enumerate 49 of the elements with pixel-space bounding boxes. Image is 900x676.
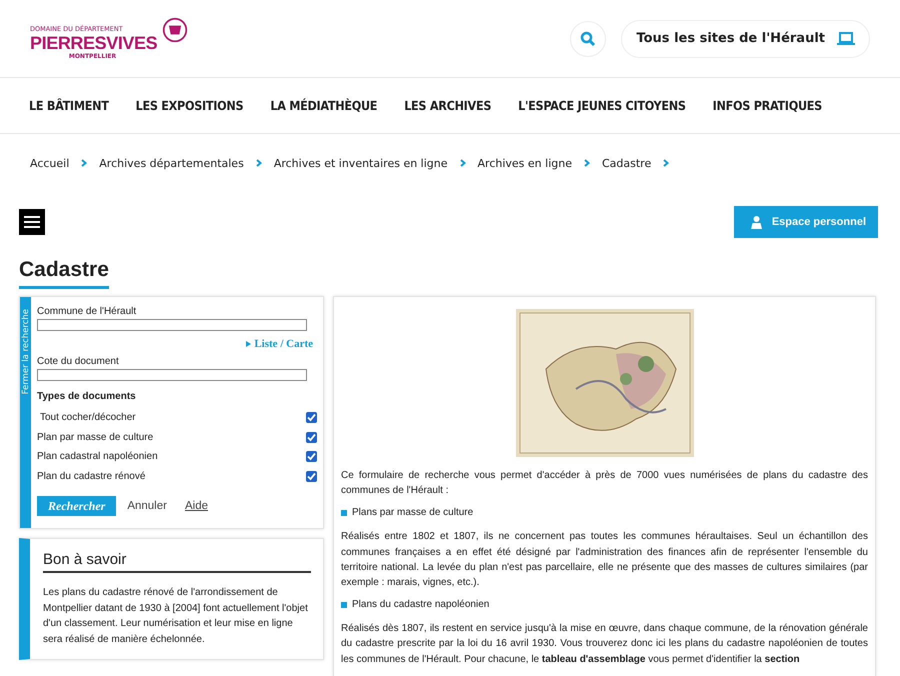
- input-field[interactable]: [37, 369, 307, 381]
- nav-link[interactable]: LES EXPOSITIONS: [136, 98, 244, 113]
- triangle-icon: [246, 341, 252, 347]
- menu-button[interactable]: [19, 209, 45, 235]
- nav-link[interactable]: INFOS PRATIQUES: [712, 98, 822, 113]
- breadcrumb-link[interactable]: Cadastre: [602, 156, 652, 170]
- checkbox[interactable]: [306, 432, 317, 443]
- nav-link[interactable]: LES ARCHIVES: [404, 98, 492, 113]
- checkbox-label: Plan du cadastre rénové: [37, 470, 146, 482]
- checkbox-label: Plan par masse de culture: [37, 432, 154, 443]
- nav-link[interactable]: LA MÉDIATHÈQUE: [270, 98, 378, 113]
- info-title: Bon à savoir: [43, 551, 311, 573]
- menu-icon: [24, 215, 40, 229]
- chevron-icon: [256, 159, 262, 167]
- input-field[interactable]: [37, 319, 307, 331]
- field-label: Cote du document: [37, 356, 120, 367]
- checkbox-label: Tout cocher/décocher: [39, 412, 136, 424]
- chevron-icon: [663, 159, 670, 167]
- checkbox[interactable]: [306, 451, 317, 462]
- search-icon: [580, 30, 596, 46]
- section-heading: Types de documents: [37, 391, 137, 402]
- info-text: Les plans du cadastre rénové de l'arrondissement de Montpellier datant de 1930 à [2004] font actuellement l'objet d'un classement. Leur numérisation et leur mise en ligne sera réalisé de manière échelonnée.: [43, 586, 309, 646]
- breadcrumb-link[interactable]: Accueil: [30, 156, 70, 170]
- cancel-link[interactable]: Annuler: [127, 500, 167, 512]
- paragraph: Réalisés dès 1807, ils restent en service jusqu'à la mise en œuvre, dans chaque commune, de la rénovation générale du cadastre prescrite par la loi du 16 avril 1930. Vous trouverez donc ici les plans du cadastre napoléonien de toutes les communes de l'Hérault. Pour chacune, le tableau d'assemblage vous permet d'identifier la section: [341, 622, 868, 667]
- chevron-icon: [584, 159, 590, 167]
- all-sites-button[interactable]: Tous les sites de l'Hérault: [621, 20, 870, 58]
- list-heading: Plans du cadastre napoléonien: [352, 599, 490, 610]
- paragraph: Réalisés entre 1802 et 1807, ils ne concernent pas toutes les communes héraultaises. Seul un échantillon des communes françaises a en effet été désigné par l'administration des finances afin de représenter l'ensemble du territoire national. La levée du plan n'est pas parcellaire, elle ne présente que des masses de cultures similaires (par exemple : marais, vignes, etc.).: [341, 530, 868, 590]
- checkbox[interactable]: [306, 470, 317, 482]
- field-label: Commune de l'Hérault: [37, 306, 138, 317]
- search-button[interactable]: [570, 20, 606, 56]
- paragraph: Ce formulaire de recherche vous permet d'accéder à près de 7000 vues numérisées de plans du cadastre des communes de l'Hérault :: [341, 469, 868, 498]
- nav-link[interactable]: LE BÂTIMENT: [29, 98, 109, 113]
- laptop-icon: [837, 32, 855, 46]
- list-heading: Plans par masse de culture: [352, 507, 474, 518]
- breadcrumb-link[interactable]: Archives en ligne: [478, 156, 572, 170]
- help-link[interactable]: Aide: [184, 500, 208, 512]
- breadcrumb-link[interactable]: Archives et inventaires en ligne: [274, 156, 448, 170]
- chevron-icon: [460, 159, 466, 167]
- checkbox-label: Plan cadastral napoléonien: [37, 451, 158, 462]
- square-bullet-icon: [341, 510, 347, 516]
- checkbox[interactable]: [306, 412, 317, 424]
- chevron-icon: [81, 159, 88, 167]
- user-icon: [750, 216, 762, 228]
- nav-link[interactable]: L'ESPACE JEUNES CITOYENS: [518, 98, 686, 113]
- page-title: Cadastre: [19, 258, 109, 289]
- breadcrumb-link[interactable]: Archives départementales: [99, 156, 244, 170]
- square-bullet-icon: [341, 602, 347, 608]
